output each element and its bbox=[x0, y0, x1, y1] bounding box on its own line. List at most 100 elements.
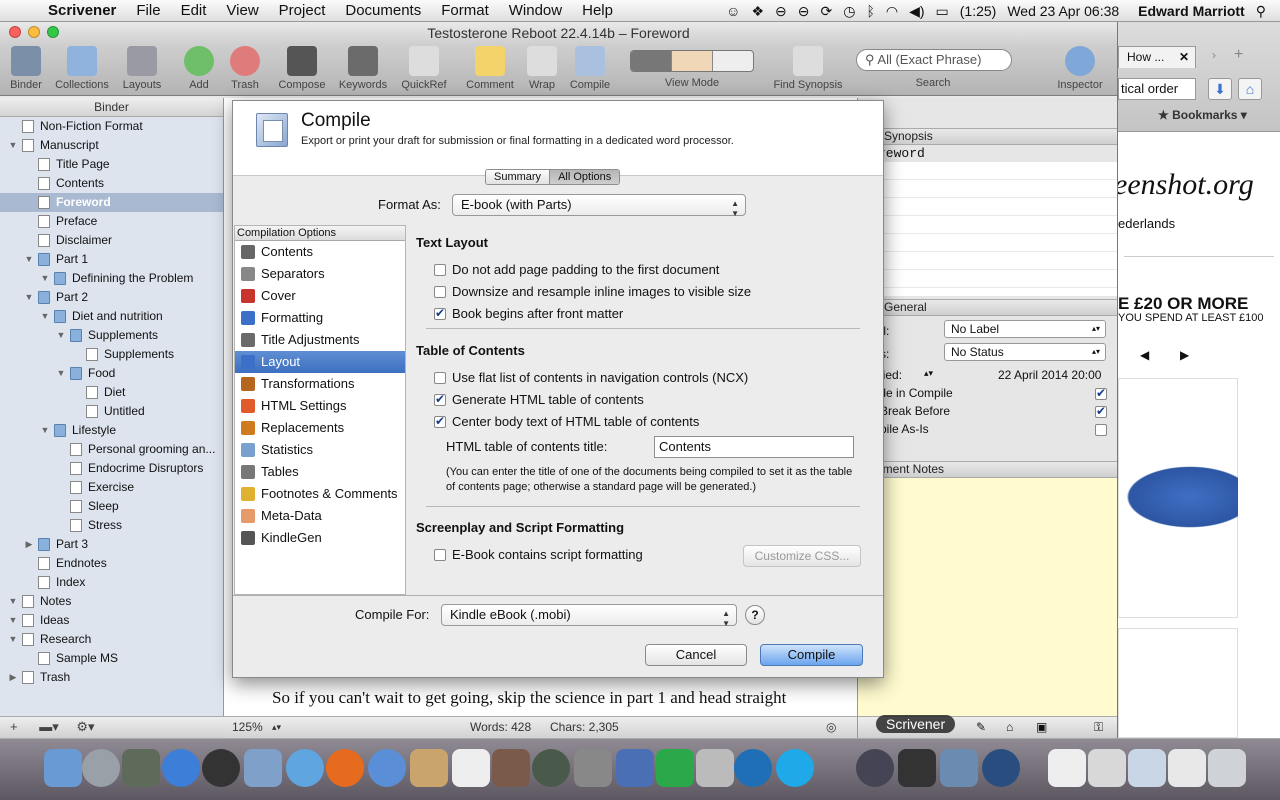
home-button[interactable]: ⌂ bbox=[1238, 78, 1262, 100]
binder-item[interactable]: Personal grooming an... bbox=[0, 440, 223, 459]
status-select[interactable]: No Status ▴▾ bbox=[944, 343, 1106, 361]
no-padding-option[interactable]: Do not add page padding to the first doc… bbox=[434, 262, 719, 277]
disclosure-triangle-icon[interactable]: ▼ bbox=[24, 250, 34, 269]
disclosure-triangle-icon[interactable]: ▼ bbox=[40, 421, 50, 440]
cancel-button[interactable]: Cancel bbox=[645, 644, 747, 666]
binder-item[interactable]: ▶ Part 3 bbox=[0, 535, 223, 554]
keywords-button[interactable]: Keywords bbox=[333, 46, 393, 91]
flat-list-checkbox[interactable] bbox=[434, 371, 446, 384]
disclosure-triangle-icon[interactable]: ▼ bbox=[56, 364, 66, 383]
status-icon[interactable]: ☺ bbox=[726, 3, 740, 19]
compose-button[interactable]: Compose bbox=[272, 46, 332, 91]
firefox-icon[interactable] bbox=[326, 749, 364, 787]
circle-minus-icon[interactable]: ⊖ bbox=[775, 3, 787, 20]
app-menu[interactable]: Scrivener bbox=[44, 2, 126, 19]
option-separators[interactable]: Separators bbox=[235, 263, 405, 285]
contacts-icon[interactable] bbox=[410, 749, 448, 787]
format-as-select[interactable]: E-book (with Parts) ▲ ▼ bbox=[452, 194, 746, 218]
ad-next-icon[interactable]: ▶ bbox=[1180, 348, 1189, 362]
menu-format[interactable]: Format bbox=[431, 2, 499, 19]
compile-toolbar-button[interactable]: Compile bbox=[560, 46, 620, 91]
binder-item[interactable]: ▼ Ideas bbox=[0, 611, 223, 630]
time-icon[interactable] bbox=[202, 749, 240, 787]
center-body-checkbox[interactable] bbox=[434, 414, 446, 428]
binder-item[interactable]: Non-Fiction Format bbox=[0, 117, 223, 136]
finder-icon[interactable] bbox=[44, 749, 82, 787]
calendar-icon[interactable] bbox=[452, 749, 490, 787]
binder-item[interactable]: ▶ Trash bbox=[0, 668, 223, 687]
view-mode-control[interactable] bbox=[630, 50, 754, 72]
minimize-window-button[interactable] bbox=[28, 26, 40, 38]
menu-window[interactable]: Window bbox=[499, 2, 572, 19]
comment-button[interactable]: Comment bbox=[460, 46, 520, 91]
downsize-checkbox[interactable] bbox=[434, 285, 446, 298]
option-title-adjustments[interactable]: Title Adjustments bbox=[235, 329, 405, 351]
option-meta-data[interactable]: Meta-Data bbox=[235, 505, 405, 527]
binder-item[interactable]: Preface bbox=[0, 212, 223, 231]
quicktime-icon[interactable] bbox=[982, 749, 1020, 787]
binder-item[interactable]: Foreword bbox=[0, 193, 223, 212]
new-tab-icon[interactable]: + bbox=[1234, 46, 1243, 64]
synopsis-area[interactable] bbox=[858, 162, 1117, 296]
quickref-button[interactable]: QuickRef bbox=[394, 46, 454, 91]
generate-html-toc-option[interactable]: Generate HTML table of contents bbox=[434, 392, 644, 407]
time-machine-dock-icon[interactable] bbox=[532, 749, 570, 787]
option-statistics[interactable]: Statistics bbox=[235, 439, 405, 461]
binder-item[interactable]: ▼ Notes bbox=[0, 592, 223, 611]
find-synopsis-button[interactable]: Find Synopsis bbox=[768, 46, 848, 91]
help-button[interactable]: ? bbox=[745, 605, 765, 625]
menu-project[interactable]: Project bbox=[269, 2, 336, 19]
tab-forward-icon[interactable]: › bbox=[1212, 48, 1216, 62]
updown-icon[interactable]: ▴▾ bbox=[924, 368, 933, 379]
zoom-stepper-icon[interactable]: ▴▾ bbox=[272, 717, 281, 737]
binder-item[interactable]: Disclaimer bbox=[0, 231, 223, 250]
close-tab-icon[interactable]: ✕ bbox=[1179, 47, 1189, 67]
outline-view-icon[interactable] bbox=[713, 51, 753, 71]
binder-item[interactable]: ▼ Food bbox=[0, 364, 223, 383]
time-machine-icon[interactable]: ◷ bbox=[843, 3, 855, 20]
disclosure-triangle-icon[interactable]: ▼ bbox=[8, 136, 18, 155]
editor-body-text[interactable]: So if you can't wait to get going, skip … bbox=[272, 688, 786, 708]
option-html-settings[interactable]: HTML Settings bbox=[235, 395, 405, 417]
disclosure-triangle-icon[interactable]: ▼ bbox=[56, 326, 66, 345]
spotlight-icon[interactable]: ⚲ bbox=[1256, 3, 1266, 20]
download-button[interactable]: ⬇ bbox=[1208, 78, 1232, 100]
scrivener-dock-icon[interactable] bbox=[898, 749, 936, 787]
binder-item[interactable]: ▼ Definining the Problem bbox=[0, 269, 223, 288]
disclosure-triangle-icon[interactable]: ▶ bbox=[8, 668, 18, 687]
safari-icon[interactable] bbox=[286, 749, 324, 787]
gear-icon[interactable]: ⚙▾ bbox=[76, 719, 94, 734]
itunes-icon[interactable] bbox=[368, 749, 406, 787]
binder-item[interactable]: Index bbox=[0, 573, 223, 592]
photos-icon[interactable] bbox=[492, 749, 530, 787]
battery-icon[interactable]: ▭ bbox=[936, 3, 949, 20]
product-panel-2[interactable] bbox=[1118, 628, 1238, 738]
front-matter-checkbox[interactable] bbox=[434, 306, 446, 320]
option-contents[interactable]: Contents bbox=[235, 241, 405, 263]
center-body-option[interactable]: Center body text of HTML table of conten… bbox=[434, 414, 699, 429]
option-kindlegen[interactable]: KindleGen bbox=[235, 527, 405, 549]
binder-item[interactable]: Exercise bbox=[0, 478, 223, 497]
menu-help[interactable]: Help bbox=[572, 2, 623, 19]
bluetooth-icon[interactable]: ᛒ bbox=[866, 3, 874, 19]
trash-button[interactable]: Trash bbox=[215, 46, 275, 91]
disclosure-triangle-icon[interactable]: ▶ bbox=[24, 535, 34, 554]
bookmarks-menu[interactable]: ★ Bookmarks ▾ bbox=[1158, 108, 1247, 122]
circle-minus-icon-2[interactable]: ⊖ bbox=[798, 3, 810, 20]
binder-item[interactable]: Endnotes bbox=[0, 554, 223, 573]
menu-view[interactable]: View bbox=[216, 2, 268, 19]
disclosure-triangle-icon[interactable]: ▼ bbox=[24, 288, 34, 307]
option-footnotes-comments[interactable]: Footnotes & Comments bbox=[235, 483, 405, 505]
lock-icon[interactable]: ⚿ bbox=[1094, 720, 1103, 735]
binder-item[interactable]: Supplements bbox=[0, 345, 223, 364]
skype-icon[interactable] bbox=[776, 749, 814, 787]
target-icon[interactable]: ◎ bbox=[826, 717, 836, 737]
add-folder-icon[interactable]: ▬▾ bbox=[39, 719, 59, 734]
ad-headline[interactable]: E £20 OR MORE bbox=[1118, 294, 1248, 314]
inspector-button[interactable]: Inspector bbox=[1050, 46, 1110, 91]
option-layout[interactable]: Layout bbox=[235, 351, 405, 373]
trash-dock-icon[interactable] bbox=[1208, 749, 1246, 787]
binder-item[interactable]: ▼ Part 2 bbox=[0, 288, 223, 307]
disclosure-triangle-icon[interactable]: ▼ bbox=[40, 269, 50, 288]
menu-file[interactable]: File bbox=[126, 2, 170, 19]
